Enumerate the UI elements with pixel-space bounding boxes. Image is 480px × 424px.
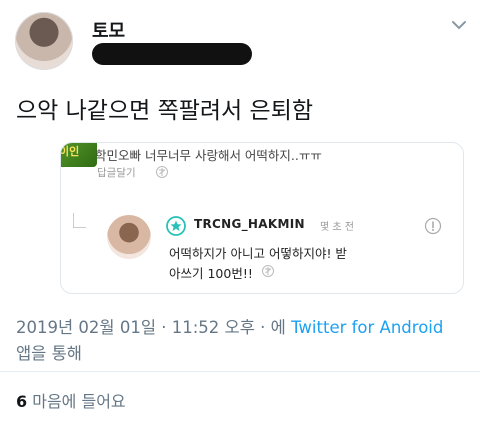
reply-time: 몇 초 전 xyxy=(320,222,354,233)
author-name[interactable]: 토모 xyxy=(92,17,125,43)
reply-action: 답글달기 xyxy=(97,167,136,179)
reply-text-line1: 어떡하지가 아니고 어떻하지야! 받 xyxy=(169,246,347,261)
comment-text: 학민오빠 너무너무 사랑해서 어떡하지..ㅠㅠ xyxy=(95,148,322,163)
tweet-timestamp[interactable]: 2019년 02월 01일 · 11:52 오후 · 에 xyxy=(16,318,286,337)
tweet-meta: 2019년 02월 01일 · 11:52 오후 · 에 Twitter for… xyxy=(16,314,443,338)
embedded-image[interactable]: 이인 학민오빠 너무너무 사랑해서 어떡하지..ㅠㅠ 답글달기 TRCNG_HA… xyxy=(60,142,464,294)
verified-badge-icon xyxy=(166,216,186,236)
thumbnail-text: 이인 xyxy=(60,145,80,158)
translate-icon xyxy=(156,166,168,178)
author-avatar[interactable] xyxy=(15,12,73,70)
redacted-handle xyxy=(92,43,252,65)
tweet-text: 으악 나같으면 쪽팔려서 은퇴함 xyxy=(16,98,314,124)
reply-branch-line xyxy=(73,213,86,228)
reply-text-line2: 아쓰기 100번!! xyxy=(169,266,253,281)
tweet-source-link[interactable]: Twitter for Android xyxy=(291,318,443,337)
likes-label: 마음에 들어요 xyxy=(32,392,126,411)
reply-author-name: TRCNG_HAKMIN xyxy=(194,217,305,231)
divider xyxy=(0,371,480,372)
tweet-source-suffix: 앱을 통해 xyxy=(16,344,82,363)
info-icon xyxy=(424,217,442,235)
likes-row[interactable]: 6 마음에 들어요 xyxy=(16,388,126,412)
likes-count: 6 xyxy=(16,392,28,411)
reply-avatar xyxy=(107,215,151,259)
chevron-down-icon[interactable] xyxy=(446,12,472,38)
translate-icon xyxy=(262,265,274,277)
